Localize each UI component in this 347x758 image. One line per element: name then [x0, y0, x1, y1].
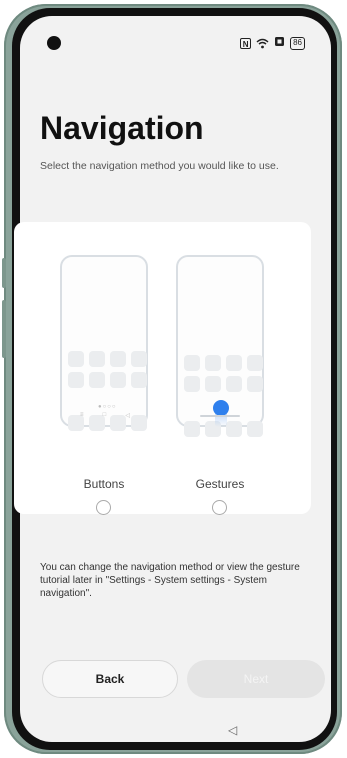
app-tile — [184, 376, 200, 392]
back-button[interactable]: Back — [42, 660, 178, 698]
page-indicator-icon: ●○○○ — [98, 404, 117, 410]
app-grid — [184, 355, 263, 392]
app-tile — [89, 351, 105, 367]
app-tile — [226, 355, 242, 371]
menu-key-icon: ≡ — [80, 412, 84, 418]
app-tile — [68, 351, 84, 367]
app-grid — [68, 351, 147, 388]
touch-point-icon — [213, 400, 229, 416]
sim-icon — [274, 34, 285, 52]
app-tile — [131, 372, 147, 388]
battery-icon: 86 — [290, 36, 305, 50]
nav-keys-icon: ≡ □ ◁ — [80, 412, 130, 419]
app-tile — [184, 355, 200, 371]
option-label-gestures: Gestures — [195, 477, 245, 491]
app-tile — [89, 372, 105, 388]
option-label-buttons: Buttons — [83, 477, 125, 491]
next-button[interactable]: Next — [187, 660, 325, 698]
buttons-preview[interactable]: ●○○○ ≡ □ ◁ — [60, 255, 148, 431]
home-key-icon: □ — [102, 412, 107, 418]
app-tile — [247, 355, 263, 371]
app-tile — [184, 421, 200, 437]
gesture-bar-icon — [200, 415, 240, 417]
app-tile — [110, 372, 126, 388]
power-button — [2, 300, 6, 358]
wifi-icon — [256, 38, 269, 49]
app-tile — [205, 355, 221, 371]
app-tile — [247, 421, 263, 437]
app-tile — [226, 376, 242, 392]
app-tile — [205, 376, 221, 392]
help-text: You can change the navigation method or … — [40, 562, 300, 599]
app-tile — [131, 415, 147, 431]
volume-button — [2, 258, 6, 288]
radio-gestures[interactable] — [212, 500, 227, 515]
page-title: Navigation — [40, 110, 204, 146]
front-camera — [47, 36, 61, 50]
back-nav-icon[interactable]: ◁ — [228, 723, 237, 737]
app-tile — [68, 372, 84, 388]
status-bar: N 86 — [20, 16, 331, 64]
gestures-preview[interactable] — [176, 255, 264, 437]
app-tile — [247, 376, 263, 392]
nfc-icon: N — [240, 37, 252, 49]
app-tile — [131, 351, 147, 367]
app-tile — [110, 351, 126, 367]
navigation-options-card — [14, 222, 311, 514]
page-subtitle: Select the navigation method you would l… — [40, 160, 279, 172]
radio-buttons[interactable] — [96, 500, 111, 515]
back-key-icon: ◁ — [125, 413, 130, 419]
app-tile — [226, 421, 242, 437]
status-icons: N 86 — [240, 34, 305, 52]
